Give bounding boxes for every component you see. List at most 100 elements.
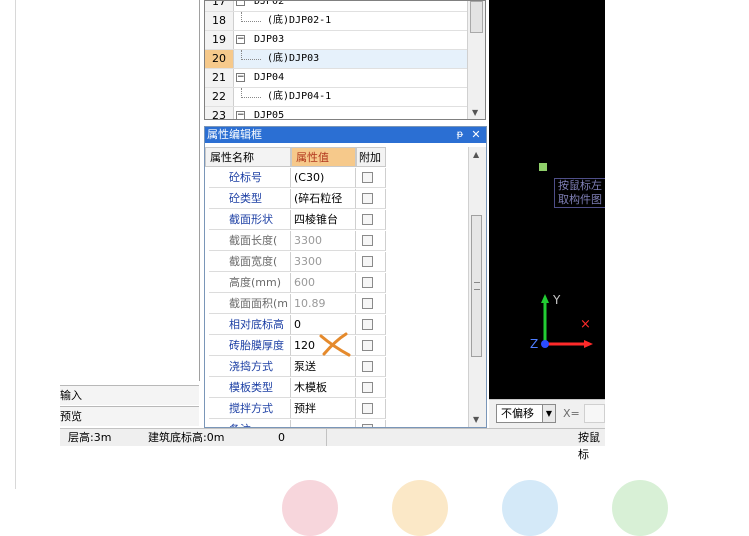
- collapse-icon[interactable]: −: [236, 73, 245, 82]
- tree-row-number: 18: [205, 12, 234, 30]
- header-property-name[interactable]: 属性名称: [205, 147, 291, 167]
- tree-row[interactable]: 18 (底)DJP02-1: [205, 12, 467, 31]
- close-icon[interactable]: ✕: [470, 128, 482, 141]
- property-name: 截面面积(m: [209, 294, 291, 314]
- tree-row-number: 23: [205, 107, 234, 119]
- collapse-icon[interactable]: −: [236, 1, 245, 6]
- property-value[interactable]: 3300: [291, 252, 356, 272]
- attach-checkbox[interactable]: [362, 256, 373, 267]
- tree-row[interactable]: 20 (底)DJP03: [205, 50, 467, 69]
- tree-row[interactable]: 21− DJP04: [205, 69, 467, 88]
- property-extra-cell: [356, 357, 386, 377]
- property-value[interactable]: 木模板: [291, 378, 356, 398]
- property-value[interactable]: 四棱锥台: [291, 210, 356, 230]
- left-panel-item-input[interactable]: 输入: [60, 385, 199, 405]
- property-extra-cell: [356, 399, 386, 419]
- property-name: 截面长度(: [209, 231, 291, 251]
- property-name: 砼类型: [209, 189, 291, 209]
- axis-z-label: Z: [530, 337, 539, 351]
- header-extra[interactable]: 附加: [356, 147, 386, 167]
- property-value[interactable]: 预拌: [291, 399, 356, 419]
- left-panel: [60, 0, 200, 381]
- property-extra-cell: [356, 189, 386, 209]
- canvas-tooltip: 按鼠标左 取构件图: [554, 178, 605, 208]
- tree-scroll-thumb[interactable]: [470, 1, 483, 33]
- attach-checkbox[interactable]: [362, 214, 373, 225]
- property-value[interactable]: 3300: [291, 231, 356, 251]
- annotation-cross-mark: [319, 332, 351, 357]
- tree-row[interactable]: 19− DJP03: [205, 31, 467, 50]
- tree-scrollbar[interactable]: ▼: [467, 1, 485, 119]
- header-property-value[interactable]: 属性值: [291, 147, 356, 167]
- left-divider: [15, 0, 16, 489]
- property-extra-cell: [356, 378, 386, 398]
- attach-checkbox[interactable]: [362, 319, 373, 330]
- tree-row[interactable]: 22 (底)DJP04-1: [205, 88, 467, 107]
- axis-x-marker: ×: [580, 317, 591, 332]
- property-scrollbar[interactable]: ▲ ▼: [468, 147, 486, 427]
- chevron-down-icon[interactable]: ▼: [542, 405, 555, 422]
- scroll-down-icon[interactable]: ▼: [472, 108, 478, 117]
- property-value[interactable]: (碎石粒径: [291, 189, 356, 209]
- tree-node-label: DJP03: [254, 34, 285, 45]
- attach-checkbox[interactable]: [362, 382, 373, 393]
- property-value[interactable]: 10.89: [291, 294, 356, 314]
- property-extra-cell: [356, 336, 386, 356]
- attach-checkbox[interactable]: [362, 340, 373, 351]
- axis-indicator: [541, 294, 593, 348]
- axis-y-label: Y: [553, 293, 561, 307]
- scroll-up-icon[interactable]: ▲: [473, 150, 479, 159]
- tree-node-label: (底)DJP04-1: [267, 91, 332, 102]
- header-label: 属性名称: [210, 151, 254, 164]
- property-name: 模板类型: [209, 378, 291, 398]
- property-value[interactable]: 泵送: [291, 357, 356, 377]
- tree-node-label: (底)DJP03: [267, 53, 320, 64]
- attach-checkbox[interactable]: [362, 277, 373, 288]
- attach-checkbox[interactable]: [362, 298, 373, 309]
- property-scroll-thumb[interactable]: [471, 215, 482, 357]
- tooltip-line: 按鼠标左: [558, 179, 602, 192]
- status-bar: 层高:3m 建筑底标高:0m 0 按鼠标: [60, 428, 605, 461]
- offset-dropdown[interactable]: 不偏移 ▼: [496, 404, 556, 423]
- attach-checkbox[interactable]: [362, 403, 373, 414]
- property-name: 搅拌方式: [209, 399, 291, 419]
- property-value[interactable]: [291, 420, 356, 427]
- tree-row[interactable]: 23− DJP05: [205, 107, 467, 119]
- attach-checkbox[interactable]: [362, 235, 373, 246]
- collapse-icon[interactable]: −: [236, 111, 245, 119]
- x-coordinate-label: X=: [563, 407, 580, 420]
- tree-row-number: 21: [205, 69, 234, 87]
- attach-checkbox[interactable]: [362, 172, 373, 183]
- property-extra-cell: [356, 294, 386, 314]
- tree-row[interactable]: 17− DJP02: [205, 1, 467, 12]
- property-extra-cell: [356, 420, 386, 427]
- property-value[interactable]: (C30): [291, 168, 356, 188]
- property-name: 截面形状: [209, 210, 291, 230]
- property-extra-cell: [356, 231, 386, 251]
- decorative-circle: [282, 480, 338, 536]
- offset-dropdown-value: 不偏移: [501, 407, 534, 420]
- property-extra-cell: [356, 273, 386, 293]
- property-name: 砖胎膜厚度: [209, 336, 291, 356]
- attach-checkbox[interactable]: [362, 361, 373, 372]
- x-coordinate-input[interactable]: [584, 404, 605, 423]
- left-panel-item-preview[interactable]: 预览: [60, 406, 199, 426]
- property-editor-panel: 属性编辑框 ᵽ ✕ 属性名称 属性值 附加 砼标号 (C30) 砼类型 (碎石粒径 截面…: [204, 126, 487, 428]
- pin-icon[interactable]: ᵽ: [454, 128, 466, 141]
- tree-row-number: 17: [205, 1, 234, 11]
- component-tree: 17− DJP02 18 (底)DJP02-1 19− DJP03 20 (底)DJP03 21…: [204, 0, 486, 120]
- tree-node-label: DJP04: [254, 72, 285, 83]
- property-value[interactable]: 600: [291, 273, 356, 293]
- property-name: 砼标号: [209, 168, 291, 188]
- drawing-canvas[interactable]: 按鼠标左 取构件图 Y Z ×: [489, 0, 605, 399]
- left-panel-item-label: 输入: [60, 389, 82, 402]
- tooltip-line: 取构件图: [558, 193, 602, 206]
- tree-row-number: 20: [205, 50, 234, 68]
- property-extra-cell: [356, 168, 386, 188]
- property-name: 浇捣方式: [209, 357, 291, 377]
- scroll-down-icon[interactable]: ▼: [473, 415, 479, 424]
- grip-point[interactable]: [539, 163, 547, 171]
- collapse-icon[interactable]: −: [236, 35, 245, 44]
- attach-checkbox[interactable]: [362, 193, 373, 204]
- tree-connector: [241, 59, 261, 60]
